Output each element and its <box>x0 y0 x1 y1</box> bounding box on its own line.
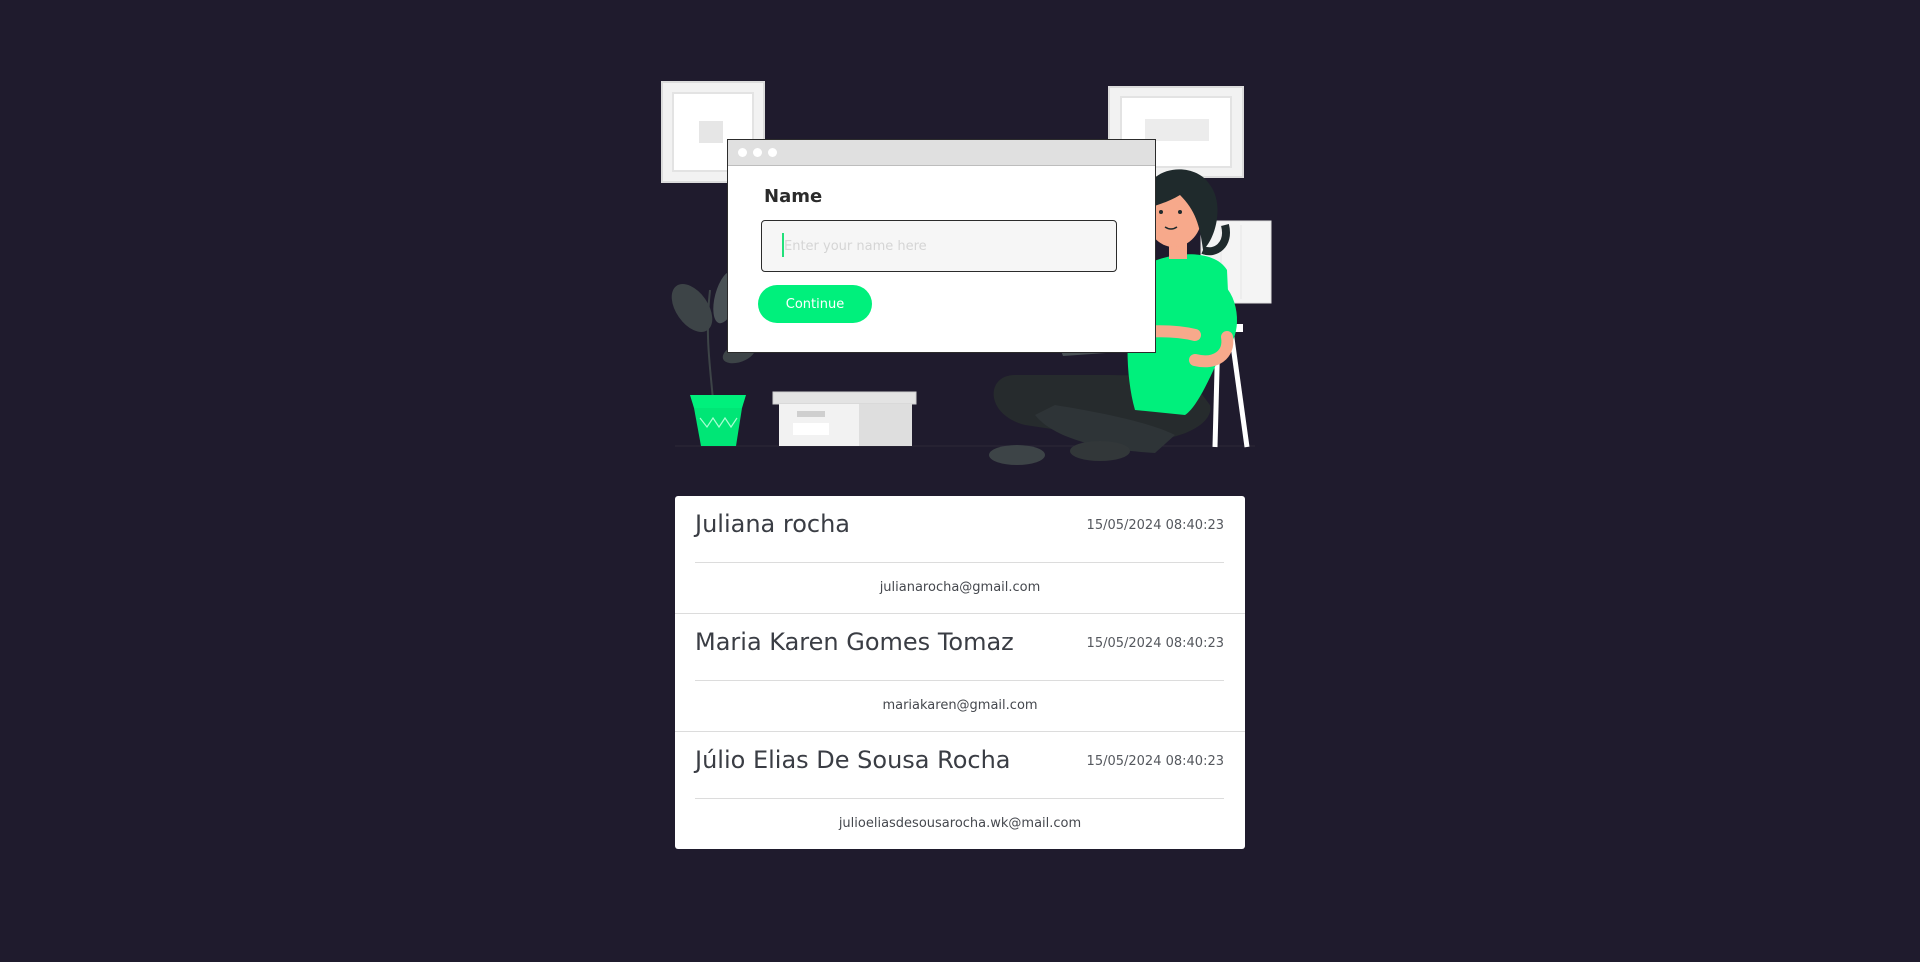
continue-button[interactable]: Continue <box>758 285 872 323</box>
entry-email: julioeliasdesousarocha.wk@mail.com <box>838 816 1082 831</box>
entry-date: 15/05/2024 08:40:23 <box>1086 754 1224 769</box>
entry-email: julianarocha@gmail.com <box>879 580 1041 595</box>
entry-name: Júlio Elias De Sousa Rocha <box>695 746 1011 774</box>
entries-list: Juliana rocha 15/05/2024 08:40:23 julian… <box>675 496 1245 849</box>
entry-divider <box>695 798 1224 799</box>
entry-name: Juliana rocha <box>695 510 851 538</box>
entry-name: Maria Karen Gomes Tomaz <box>695 628 1014 656</box>
window-dot-icon <box>768 148 777 157</box>
entry-email: mariakaren@gmail.com <box>882 698 1038 713</box>
entry-divider <box>695 680 1224 681</box>
name-form-window: Name Continue <box>727 139 1156 353</box>
window-titlebar <box>728 140 1155 166</box>
window-dot-icon <box>738 148 747 157</box>
name-label: Name <box>764 186 823 207</box>
window-dot-icon <box>753 148 762 157</box>
entry-date: 15/05/2024 08:40:23 <box>1086 518 1224 533</box>
storage-box-icon <box>772 391 917 446</box>
list-item: Maria Karen Gomes Tomaz 15/05/2024 08:40… <box>675 614 1245 732</box>
list-item: Júlio Elias De Sousa Rocha 15/05/2024 08… <box>675 732 1245 849</box>
name-input[interactable] <box>761 220 1117 272</box>
page: Name Continue Juliana rocha 15/05/2024 0… <box>0 0 1920 962</box>
entry-date: 15/05/2024 08:40:23 <box>1086 636 1224 651</box>
entry-divider <box>695 562 1224 563</box>
text-caret <box>782 233 784 257</box>
list-item: Juliana rocha 15/05/2024 08:40:23 julian… <box>675 496 1245 614</box>
